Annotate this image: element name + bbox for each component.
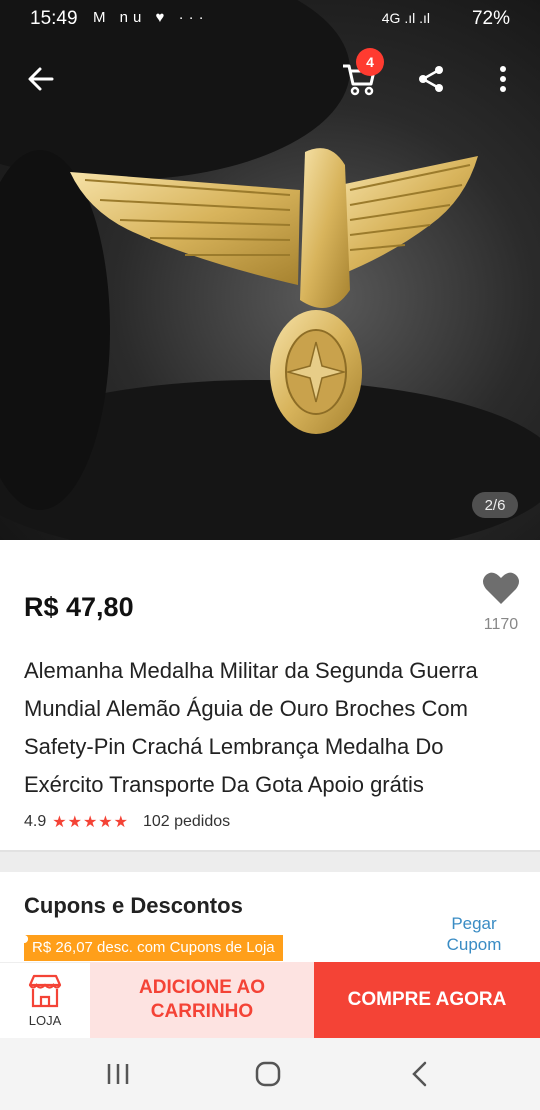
buy-now-button[interactable]: COMPRE AGORA: [314, 962, 540, 1038]
recents-icon: [107, 1064, 129, 1084]
get-coupon-link[interactable]: Pegar Cupom: [436, 913, 512, 955]
orders-count: 102 pedidos: [142, 813, 231, 830]
back-button[interactable]: [18, 56, 64, 102]
rating-value: 4.9: [24, 813, 47, 830]
product-price: R$ 47,80: [24, 592, 134, 622]
wishlist-count: 1170: [483, 616, 519, 633]
system-nav-bar: [0, 1038, 540, 1110]
notification-icons: M nu ♥ ···: [93, 9, 209, 26]
coupon-tag: R$ 26,07 desc. com Cupons de Loja: [20, 935, 283, 961]
store-icon: [28, 974, 62, 1008]
arrow-left-icon: [28, 67, 54, 91]
home-icon: [255, 1061, 281, 1087]
more-vertical-icon: [500, 66, 506, 92]
store-label: LOJA: [28, 1013, 62, 1028]
section-divider: [0, 850, 540, 872]
wishlist-button[interactable]: [482, 570, 520, 606]
rating-stars-icon: ★★★★★: [52, 814, 129, 831]
home-button[interactable]: [248, 1056, 288, 1092]
eagle-medal-image: [0, 0, 540, 540]
heart-icon: [483, 572, 519, 604]
coupons-title: Cupons e Descontos: [24, 893, 243, 918]
product-image[interactable]: 15:49 M nu ♥ ··· 4G .ıl .ıl 72% 4 2/6: [0, 0, 540, 540]
system-back-button[interactable]: [400, 1056, 440, 1092]
add-to-cart-button[interactable]: ADICIONE AO CARRINHO: [90, 962, 314, 1038]
image-counter: 2/6: [472, 492, 518, 518]
share-button[interactable]: [408, 56, 454, 102]
status-time: 15:49: [30, 8, 78, 29]
status-bar: 15:49 M nu ♥ ··· 4G .ıl .ıl 72%: [0, 0, 540, 38]
recent-apps-button[interactable]: [98, 1056, 138, 1092]
more-options-button[interactable]: [480, 56, 526, 102]
action-bar: LOJA ADICIONE AO CARRINHO COMPRE AGORA: [0, 962, 540, 1039]
cart-count-badge: 4: [356, 48, 384, 76]
share-icon: [419, 66, 443, 92]
chevron-left-icon: [412, 1061, 427, 1087]
battery-level: 72%: [471, 8, 510, 29]
product-title: Alemanha Medalha Militar da Segunda Guer…: [24, 658, 478, 797]
store-button[interactable]: LOJA: [0, 962, 90, 1039]
rating-row[interactable]: 4.9 ★★★★★ 102 pedidos: [24, 812, 230, 832]
signal-icon: 4G .ıl .ıl: [381, 10, 430, 26]
